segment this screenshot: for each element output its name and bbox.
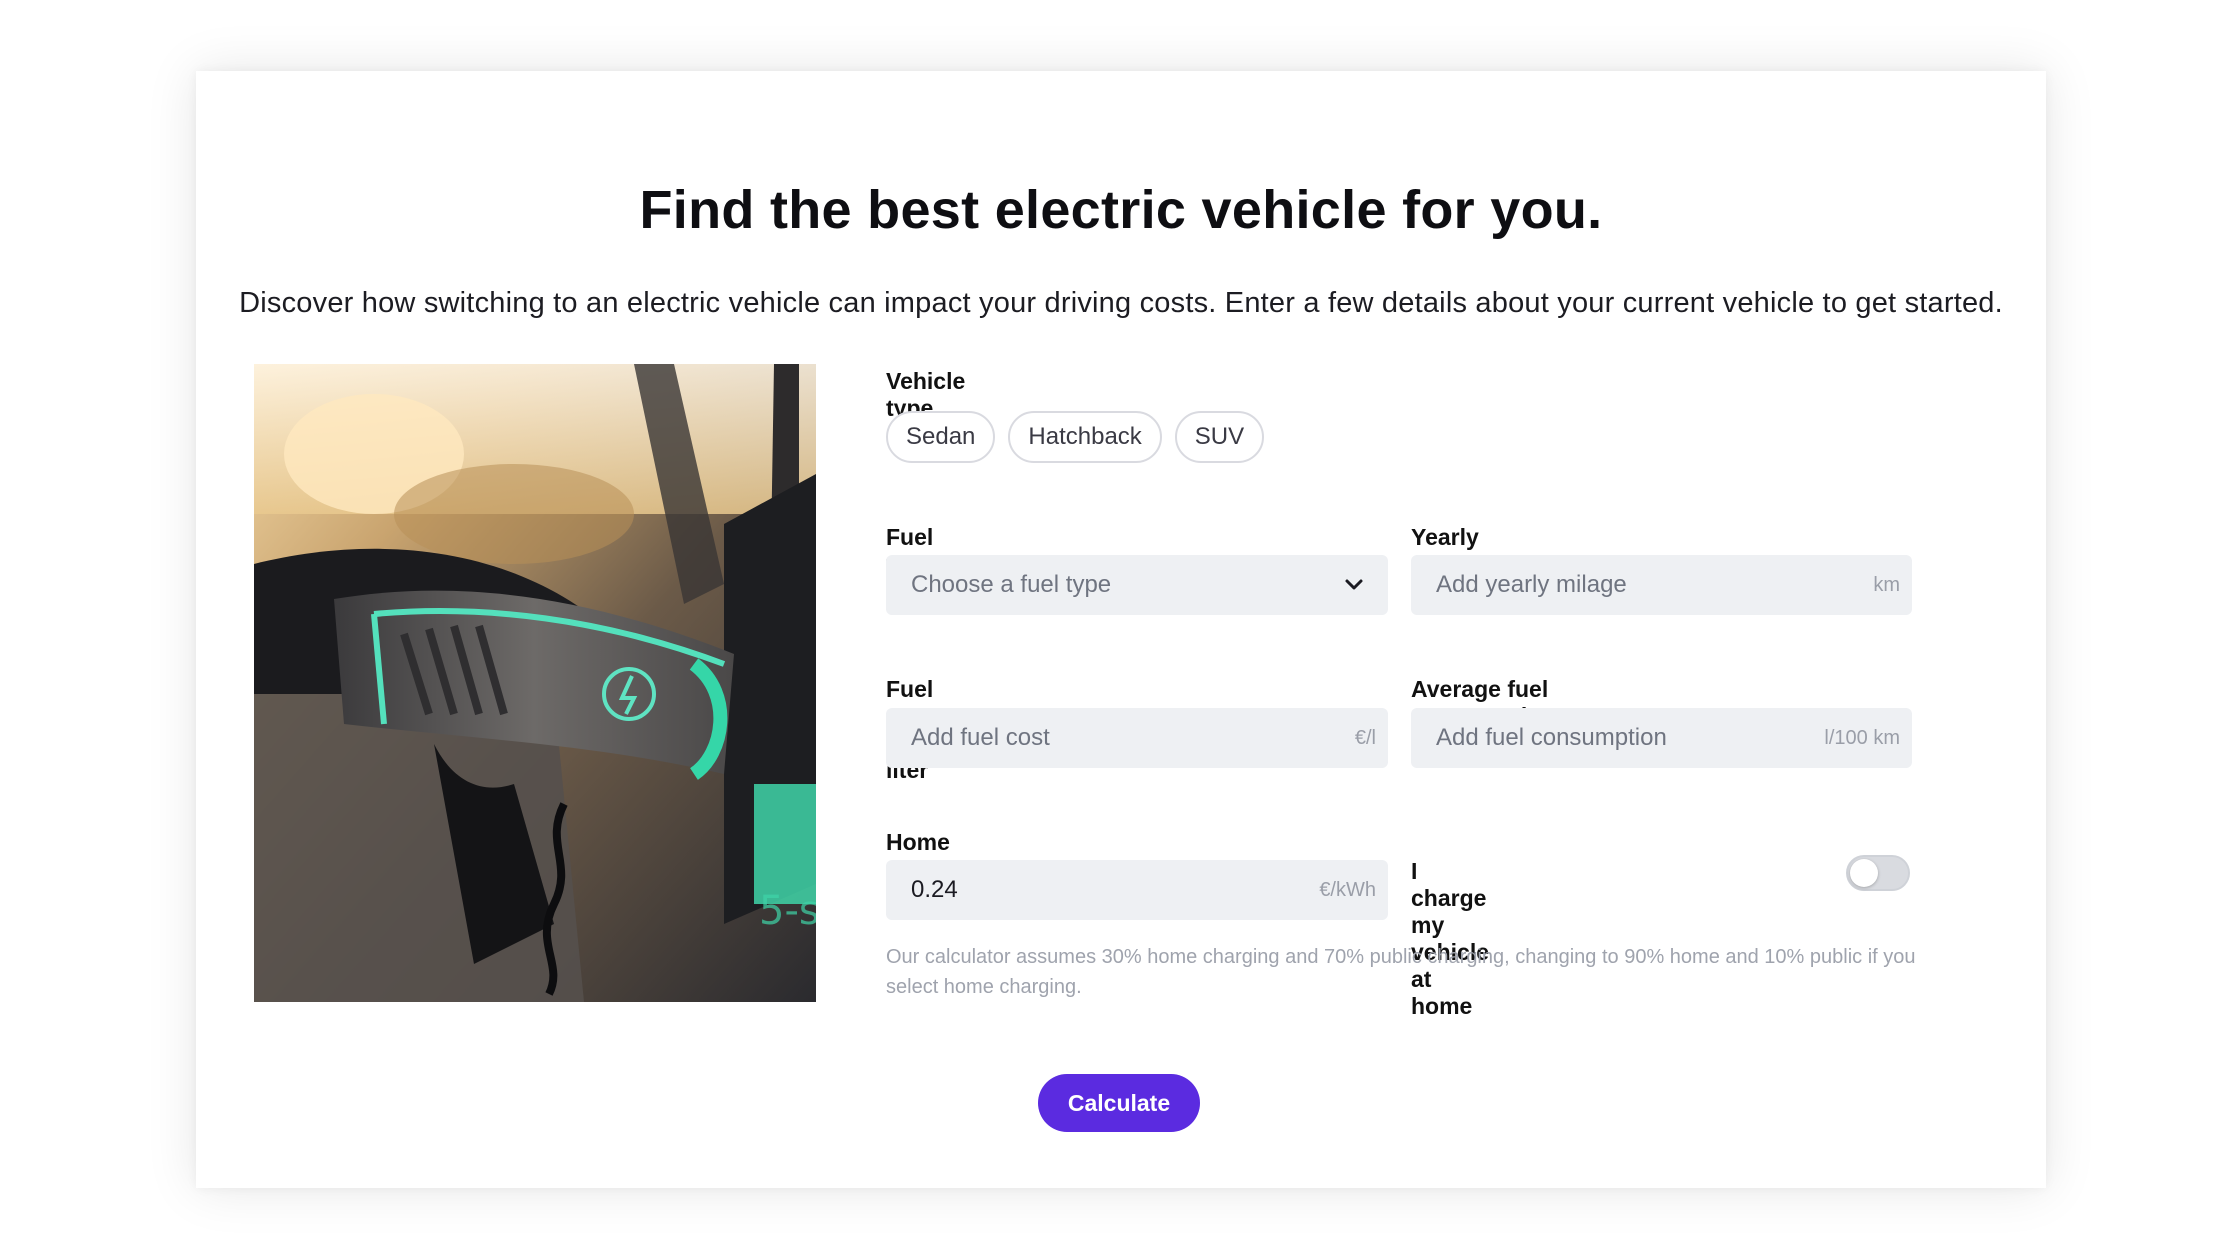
- avg-consumption-placeholder: Add fuel consumption: [1436, 724, 1667, 751]
- charging-assumption-note: Our calculator assumes 30% home charging…: [886, 946, 1916, 998]
- vehicle-type-chip-sedan[interactable]: Sedan: [886, 411, 996, 463]
- calculate-button[interactable]: Calculate: [1038, 1074, 1200, 1132]
- page-subtitle: Discover how switching to an electric ve…: [239, 287, 2003, 319]
- fuel-cost-unit: €/l: [1354, 726, 1376, 749]
- chevron-down-icon: [1345, 579, 1363, 590]
- fuel-cost-placeholder: Add fuel cost: [911, 724, 1050, 751]
- avg-consumption-unit: l/100 km: [1824, 726, 1900, 749]
- vehicle-type-chip-suv[interactable]: SUV: [1174, 411, 1265, 463]
- home-charging-toggle[interactable]: [1846, 855, 1910, 891]
- home-charging-price-unit: €/kWh: [1319, 878, 1376, 901]
- vehicle-type-chip-hatchback[interactable]: Hatchback: [1008, 411, 1162, 463]
- yearly-mileage-placeholder: Add yearly milage: [1436, 571, 1627, 598]
- fuel-type-select[interactable]: Choose a fuel type: [886, 555, 1388, 615]
- page-title: Find the best electric vehicle for you.: [639, 180, 1603, 240]
- svg-text:5-se: 5-se: [759, 888, 816, 934]
- avg-consumption-input[interactable]: Add fuel consumption l/100 km: [1411, 708, 1912, 768]
- ev-charging-photo-illustration: 5-se: [254, 364, 816, 1002]
- fuel-type-placeholder: Choose a fuel type: [911, 571, 1112, 598]
- home-charging-price-input[interactable]: 0.24 €/kWh: [886, 860, 1388, 920]
- fuel-cost-input[interactable]: Add fuel cost €/l: [886, 708, 1388, 768]
- yearly-mileage-unit: km: [1873, 573, 1900, 596]
- home-charging-price-value: 0.24: [911, 876, 958, 903]
- vehicle-type-options: Sedan Hatchback SUV: [886, 411, 1265, 463]
- yearly-mileage-input[interactable]: Add yearly milage km: [1411, 555, 1912, 615]
- ev-charging-plug-photo: 5-se: [254, 364, 816, 1002]
- toggle-knob: [1850, 859, 1878, 887]
